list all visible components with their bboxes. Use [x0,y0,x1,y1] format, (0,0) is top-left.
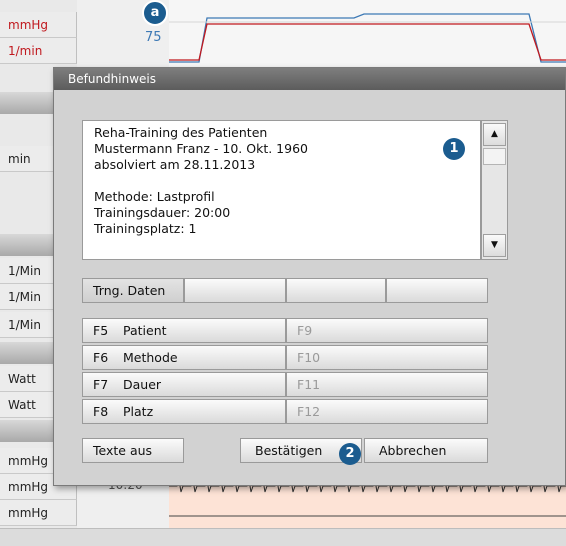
fkey-action-label: Methode [123,350,178,365]
cancel-button[interactable]: Abbrechen [364,438,488,463]
f5-patient-button[interactable]: F5 Patient [82,318,286,343]
scroll-thumb[interactable] [483,148,506,165]
text-line: Trainingsplatz: 1 [94,221,197,236]
scale-value: 75 [145,30,162,45]
callout-badge-2: 2 [339,443,361,465]
text-line: absolviert am 28.11.2013 [94,157,256,172]
f8-place-button[interactable]: F8 Platz [82,399,286,424]
text-scrollbar[interactable]: ▲ ▼ [481,120,508,260]
unit-label: 1/min [0,38,77,64]
texts-off-button[interactable]: Texte aus [82,438,184,463]
status-bar [0,528,566,546]
tab-empty[interactable] [386,278,488,303]
trend-line-red [169,23,566,61]
fkey-label: F8 [93,404,109,419]
f12-button[interactable]: F12 [286,399,488,424]
trend-line-blue [169,13,566,63]
text-line: Mustermann Franz - 10. Okt. 1960 [94,141,308,156]
fkey-label: F5 [93,323,109,338]
f11-button[interactable]: F11 [286,372,488,397]
f7-duration-button[interactable]: F7 Dauer [82,372,286,397]
tab-empty[interactable] [184,278,286,303]
fkey-label: F7 [93,377,109,392]
text-line: Reha-Training des Patienten [94,125,268,140]
fkey-action-label: Dauer [123,377,162,392]
fkey-label: F6 [93,350,109,365]
tab-training-data[interactable]: Trng. Daten [82,278,184,303]
findings-dialog: Befundhinweis Reha-Training des Patiente… [53,67,566,486]
unit-label: mmHg [0,12,77,38]
tab-empty[interactable] [286,278,386,303]
fkey-action-label: Platz [123,404,154,419]
f10-button[interactable]: F10 [286,345,488,370]
scroll-down-arrow-icon[interactable]: ▼ [483,234,506,257]
dialog-title: Befundhinweis [54,68,565,90]
text-line: Methode: Lastprofil [94,189,215,204]
callout-badge-1: 1 [443,138,465,160]
callout-badge-a: a [142,0,168,26]
unit-label: mmHg [0,500,77,526]
f6-method-button[interactable]: F6 Methode [82,345,286,370]
scroll-up-arrow-icon[interactable]: ▲ [483,123,506,146]
findings-text-box[interactable]: Reha-Training des Patienten Mustermann F… [82,120,481,260]
text-line: Trainingsdauer: 20:00 [94,205,231,220]
text-line [94,173,480,189]
f9-button[interactable]: F9 [286,318,488,343]
fkey-action-label: Patient [123,323,167,338]
